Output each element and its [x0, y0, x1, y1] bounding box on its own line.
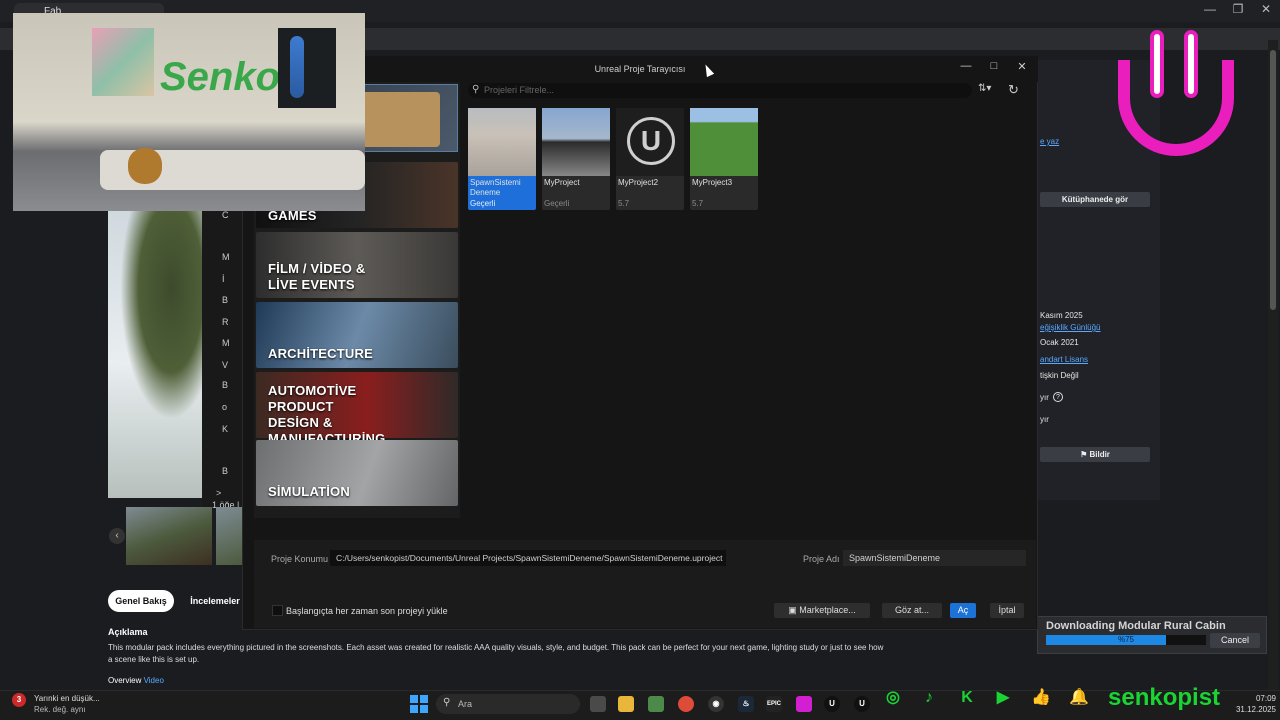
gallery-thumbnail[interactable]	[216, 507, 242, 565]
unreal-logo-icon: U	[627, 117, 675, 165]
thumbnail-prev-icon[interactable]: ‹	[109, 528, 125, 544]
webcam-parrot-painting	[278, 28, 336, 108]
description-heading: Açıklama	[108, 627, 148, 637]
overview-line: Overview Video	[108, 676, 164, 685]
tab-overview[interactable]: Genel Bakış	[108, 590, 174, 612]
like-icon: 👍	[1031, 689, 1051, 706]
kick-icon: K	[961, 689, 973, 706]
obs-icon[interactable]	[796, 696, 812, 712]
category-simulation-label: SİMULATİON	[268, 484, 350, 499]
clock-date[interactable]: 31.12.2025	[1226, 705, 1276, 714]
project-version: Geçerli	[470, 199, 496, 208]
minimize-icon[interactable]: —	[1200, 2, 1220, 16]
load-last-project-label: Başlangıçta her zaman son projeyi yükle	[286, 606, 448, 616]
project-thumbnail	[690, 108, 758, 176]
webcam-graffiti: Senko	[160, 55, 281, 99]
taskbar-search[interactable]: Ara	[436, 694, 580, 714]
project-name: MyProject	[544, 178, 580, 187]
ue-maximize-icon[interactable]: □	[986, 60, 1002, 72]
store-icon[interactable]	[648, 696, 664, 712]
changelog-link[interactable]: eğişiklik Günlüğü	[1040, 323, 1100, 332]
project-name: MyProject3	[692, 178, 733, 187]
published-date: Ocak 2021	[1040, 338, 1079, 347]
weather-badge-icon[interactable]: 3	[12, 693, 26, 707]
release-date: Kasım 2025	[1040, 311, 1083, 320]
project-name: SpawnSistemi Deneme	[470, 178, 521, 197]
project-thumbnail	[542, 108, 610, 176]
project-version: 5.7	[618, 199, 630, 208]
project-name-field[interactable]: SpawnSistemiDeneme	[843, 550, 1026, 566]
scrollbar-thumb[interactable]	[1270, 50, 1276, 310]
webcam-parrot	[290, 36, 304, 98]
instagram-icon: ◎	[886, 689, 900, 706]
youtube-icon: ▶	[996, 689, 1010, 706]
ue-close-icon[interactable]: ✕	[1014, 60, 1030, 73]
refresh-icon[interactable]: ↻	[1008, 82, 1019, 98]
project-name: MyProject2	[618, 178, 659, 187]
start-button[interactable]	[410, 695, 428, 713]
write-review-link[interactable]: e yaz	[1040, 137, 1059, 146]
project-version: 5.7	[692, 199, 704, 208]
project-name-label: Proje Adı	[803, 554, 840, 564]
epic-games-icon[interactable]: EPIC	[766, 696, 782, 712]
webcam-teddy-bear	[128, 148, 162, 184]
task-view-icon[interactable]	[590, 696, 606, 712]
search-icon: ⚲	[472, 84, 480, 95]
category-automotive-label: AUTOMOTİVE PRODUCT DESİGN & MANUFACTURİN…	[268, 383, 386, 446]
bell-icon: 🔔	[1069, 689, 1089, 706]
maximize-icon[interactable]: ❐	[1228, 2, 1248, 16]
project-version: Geçerli	[544, 199, 570, 208]
marketplace-icon: ▣	[788, 605, 800, 615]
overview-video-link[interactable]: Video	[144, 676, 164, 685]
file-explorer-icon[interactable]	[618, 696, 634, 712]
marketplace-button-label: Marketplace...	[799, 605, 856, 615]
view-in-library-button[interactable]: Kütüphanede gör	[1040, 192, 1150, 207]
info-flag: yır	[1040, 415, 1049, 424]
clock-time[interactable]: 07:09	[1240, 694, 1276, 703]
report-button-label: Bildir	[1089, 450, 1110, 459]
open-button[interactable]: Aç	[950, 603, 976, 618]
search-icon: ⚲	[443, 697, 451, 708]
close-icon[interactable]: ✕	[1256, 2, 1276, 16]
project-thumbnail	[468, 108, 536, 176]
gallery-thumbnail[interactable]	[126, 507, 212, 565]
license-link[interactable]: andart Lisans	[1040, 355, 1088, 364]
browse-button[interactable]: Göz at...	[882, 603, 942, 618]
help-icon[interactable]: ?	[1053, 392, 1063, 402]
download-cancel-button[interactable]: Cancel	[1210, 633, 1260, 648]
category-architecture-label: ARCHİTECTURE	[268, 346, 373, 361]
project-location-field[interactable]: C:/Users/senkopist/Documents/Unreal Proj…	[330, 550, 726, 566]
chrome-icon[interactable]	[678, 696, 694, 712]
tiktok-icon: ♪	[925, 689, 933, 706]
sort-icon[interactable]: ⇅▾	[978, 83, 991, 94]
project-filter-input[interactable]: Projeleri Filtrele...	[468, 83, 972, 98]
overview-label: Overview	[108, 676, 142, 685]
github-icon[interactable]: ◉	[708, 696, 724, 712]
description-text: This modular pack includes everything pi…	[108, 643, 884, 664]
marketplace-button[interactable]: ▣ Marketplace...	[774, 603, 870, 618]
weather-line2[interactable]: Rek. değ. aynı	[34, 705, 86, 714]
folder-icon	[360, 92, 440, 147]
load-last-project-checkbox[interactable]	[272, 605, 283, 616]
preview-tree	[120, 200, 205, 420]
ai-generated-label: tişkin Değil	[1040, 371, 1079, 380]
project-location-label: Proje Konumu	[271, 554, 329, 564]
unreal-icon[interactable]: U	[854, 696, 870, 712]
download-title: Downloading Modular Rural Cabin	[1046, 620, 1226, 632]
info-flag: yır	[1040, 393, 1049, 402]
weather-line1[interactable]: Yarınki en düşük...	[34, 694, 100, 703]
download-percent: %75	[1117, 635, 1134, 644]
ue-window-title: Unreal Proje Tarayıcısı	[594, 64, 686, 74]
report-button[interactable]: ⚑ Bildir	[1040, 447, 1150, 462]
tab-reviews[interactable]: İncelemeler	[184, 590, 246, 612]
webcam-painting	[92, 28, 154, 96]
unreal-icon[interactable]: U	[824, 696, 840, 712]
ue-minimize-icon[interactable]: —	[958, 60, 974, 72]
steam-icon[interactable]: ♨	[738, 696, 754, 712]
social-handle: senkopist	[1108, 684, 1221, 711]
category-film-label: FİLM / VİDEO & LİVE EVENTS	[268, 261, 366, 292]
cancel-button[interactable]: İptal	[990, 603, 1024, 618]
